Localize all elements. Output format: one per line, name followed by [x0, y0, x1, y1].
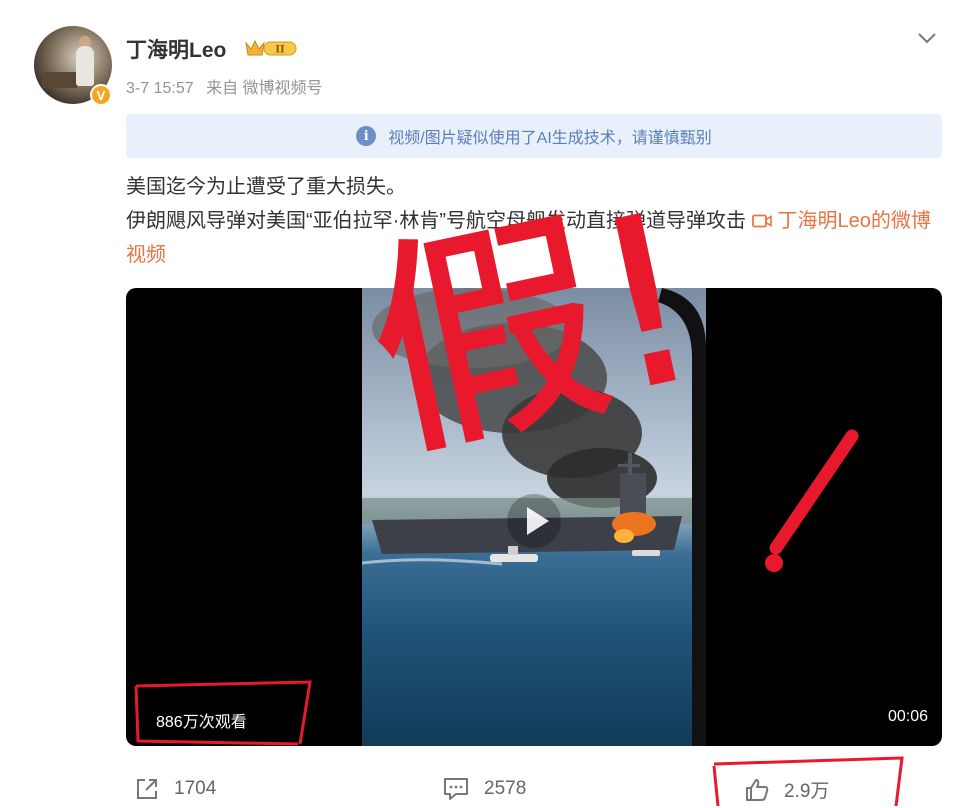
play-icon[interactable]: [506, 493, 562, 549]
post-source[interactable]: 来自 微博视频号: [206, 80, 322, 97]
post-line-1: 美国迄今为止遭受了重大损失。: [126, 176, 406, 198]
post-line-2-text: 伊朗飓风导弹对美国“亚伯拉罕·林肯”号航空母舰发动直接弹道导弹攻击: [126, 210, 746, 232]
info-icon: i: [356, 126, 377, 146]
video-camera-icon: [751, 214, 772, 228]
post-actions: 1704 2578 2.9万: [0, 768, 955, 808]
post-meta: 3-7 15:57 来自 微博视频号: [126, 74, 331, 98]
like-count: 2.9万: [784, 781, 830, 802]
thumbs-up-icon: [746, 778, 769, 801]
share-button[interactable]: 1704: [134, 776, 216, 802]
video-player[interactable]: 886万次观看 00:06: [126, 288, 942, 746]
post-line-2: 伊朗飓风导弹对美国“亚伯拉罕·林肯”号航空母舰发动直接弹道导弹攻击 丁海明Leo…: [126, 204, 936, 272]
post-time[interactable]: 3-7 15:57: [126, 80, 194, 97]
video-duration: 00:06: [887, 708, 928, 725]
notice-text: 视频/图片疑似使用了AI生成技术，请谨慎甄别: [388, 130, 712, 147]
comment-button[interactable]: 2578: [442, 776, 526, 802]
chevron-down-icon[interactable]: [914, 28, 940, 48]
like-button[interactable]: 2.9万: [744, 776, 829, 803]
comment-icon: [444, 778, 468, 800]
level-badge-text: II: [275, 45, 285, 56]
share-icon: [137, 779, 157, 799]
username[interactable]: 丁海明Leo: [126, 34, 226, 64]
weibo-post-card: V 丁海明Leo II 3-7 15:57 来自 微博视频号 i 视频/图片疑似…: [0, 0, 955, 808]
comment-count: 2578: [484, 778, 527, 799]
verified-badge: V: [90, 84, 112, 106]
view-count: 886万次观看: [156, 714, 247, 731]
level-crown-icon: II: [245, 39, 297, 56]
ai-generated-notice: i 视频/图片疑似使用了AI生成技术，请谨慎甄别: [126, 114, 942, 158]
share-count: 1704: [174, 778, 217, 799]
post-text: 美国迄今为止遭受了重大损失。 伊朗飓风导弹对美国“亚伯拉罕·林肯”号航空母舰发动…: [126, 170, 936, 272]
